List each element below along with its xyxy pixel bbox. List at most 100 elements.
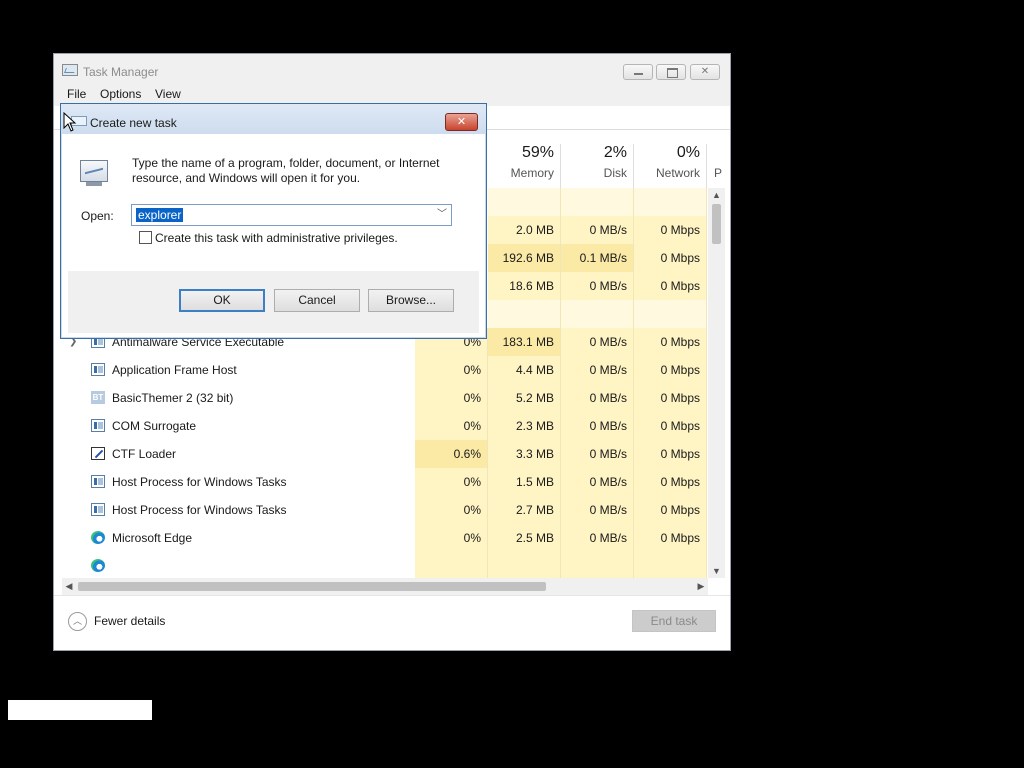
network-usage-total: 0% [676, 144, 700, 161]
menu-file[interactable]: File [67, 87, 86, 101]
scroll-right-icon[interactable]: ▶ [694, 578, 708, 595]
cpu-cell: 0% [415, 468, 488, 496]
menu-options[interactable]: Options [100, 87, 141, 101]
table-row[interactable]: Application Frame Host 0% 4.4 MB 0 MB/s … [54, 356, 708, 384]
dialog-title: Create new task [90, 116, 177, 130]
disk-cell: 0 MB/s [561, 440, 634, 468]
scroll-left-icon[interactable]: ◀ [62, 578, 76, 595]
fewer-details-link[interactable]: Fewer details [94, 614, 165, 628]
open-input[interactable]: explorer [136, 208, 184, 222]
vertical-scrollbar[interactable]: ▲ ▼ [708, 188, 725, 578]
scroll-down-icon[interactable]: ▼ [708, 564, 725, 578]
cancel-button[interactable]: Cancel [274, 289, 360, 312]
table-row[interactable]: COM Surrogate 0% 2.3 MB 0 MB/s 0 Mbps [54, 412, 708, 440]
cpu-cell: 0% [415, 524, 488, 552]
memory-cell: 5.2 MB [488, 384, 561, 412]
process-name: Host Process for Windows Tasks [112, 475, 287, 489]
disk-usage-total: 2% [603, 144, 627, 161]
power-column-label: P [714, 166, 723, 180]
window-title: Task Manager [83, 65, 159, 79]
memory-cell: 2.0 MB [488, 216, 561, 244]
minimize-button[interactable] [623, 64, 653, 80]
mouse-cursor-icon [63, 112, 77, 132]
network-cell: 0 Mbps [634, 356, 707, 384]
close-icon: ✕ [700, 66, 710, 77]
disk-cell: 0 MB/s [561, 412, 634, 440]
cpu-cell: 0.6% [415, 440, 488, 468]
edge-icon [91, 531, 105, 544]
ctf-loader-icon [91, 447, 105, 460]
process-name: COM Surrogate [112, 419, 197, 433]
process-name: Application Frame Host [112, 363, 237, 377]
open-combobox[interactable]: explorer ﹀ [131, 204, 452, 226]
process-icon [91, 475, 105, 488]
horizontal-scroll-thumb[interactable] [78, 582, 546, 591]
memory-cell: 192.6 MB [488, 244, 561, 272]
memory-cell: 18.6 MB [488, 272, 561, 300]
network-cell: 0 Mbps [634, 524, 707, 552]
task-manager-icon [62, 64, 78, 76]
column-header-memory[interactable]: 59% Memory [488, 144, 561, 188]
network-cell: 0 Mbps [634, 412, 707, 440]
table-row[interactable] [54, 552, 708, 578]
disk-cell: 0 MB/s [561, 272, 634, 300]
end-task-button[interactable]: End task [632, 610, 716, 632]
chevron-down-icon[interactable]: ﹀ [437, 208, 447, 222]
memory-cell: 183.1 MB [488, 328, 561, 356]
network-cell: 0 Mbps [634, 216, 707, 244]
dialog-button-bar: OK Cancel Browse... [68, 271, 479, 333]
process-name: BasicThemer 2 (32 bit) [112, 391, 234, 405]
chevron-up-icon[interactable]: ︿ [68, 612, 87, 631]
disk-column-label: Disk [603, 166, 627, 180]
memory-cell: 2.3 MB [488, 412, 561, 440]
edge-icon [91, 559, 105, 572]
memory-cell: 3.3 MB [488, 440, 561, 468]
disk-cell: 0 MB/s [561, 384, 634, 412]
table-row[interactable]: Microsoft Edge 0% 2.5 MB 0 MB/s 0 Mbps [54, 524, 708, 552]
ok-button[interactable]: OK [179, 289, 265, 312]
admin-privileges-checkbox[interactable] [139, 231, 152, 244]
process-name: Microsoft Edge [112, 531, 193, 545]
task-manager-titlebar[interactable]: Task Manager ✕ [54, 54, 730, 84]
dialog-description: Type the name of a program, folder, docu… [132, 156, 440, 185]
cpu-cell: 0% [415, 384, 488, 412]
disk-cell: 0 MB/s [561, 524, 634, 552]
network-column-label: Network [655, 166, 700, 180]
column-header-network[interactable]: 0% Network [634, 144, 707, 188]
dialog-close-button[interactable]: ✕ [445, 113, 478, 131]
table-row[interactable]: Host Process for Windows Tasks 0% 2.7 MB… [54, 496, 708, 524]
table-row[interactable]: BT BasicThemer 2 (32 bit) 0% 5.2 MB 0 MB… [54, 384, 708, 412]
cpu-cell: 0% [415, 356, 488, 384]
maximize-button[interactable] [656, 64, 686, 80]
dialog-titlebar[interactable]: Create new task ✕ [61, 104, 486, 134]
network-cell: 0 Mbps [634, 328, 707, 356]
memory-cell: 4.4 MB [488, 356, 561, 384]
basicthemer-icon: BT [91, 391, 105, 404]
memory-cell: 1.5 MB [488, 468, 561, 496]
task-manager-footer: ︿ Fewer details End task [54, 595, 730, 650]
disk-cell: 0.1 MB/s [561, 244, 634, 272]
process-icon [91, 503, 105, 516]
memory-cell: 2.5 MB [488, 524, 561, 552]
process-icon [91, 363, 105, 376]
menu-view[interactable]: View [155, 87, 181, 101]
disk-cell: 0 MB/s [561, 216, 634, 244]
column-header-disk[interactable]: 2% Disk [561, 144, 634, 188]
table-row[interactable]: Host Process for Windows Tasks 0% 1.5 MB… [54, 468, 708, 496]
browse-button[interactable]: Browse... [368, 289, 454, 312]
close-button[interactable]: ✕ [690, 64, 720, 80]
memory-column-label: Memory [510, 166, 554, 180]
column-header-power[interactable]: P [707, 144, 723, 188]
dialog-body: Type the name of a program, folder, docu… [68, 134, 479, 333]
white-bar [8, 700, 152, 720]
admin-privileges-label[interactable]: Create this task with administrative pri… [155, 231, 398, 245]
memory-cell: 2.7 MB [488, 496, 561, 524]
process-icon [91, 419, 105, 432]
horizontal-scrollbar[interactable]: ◀ ▶ [62, 578, 708, 595]
table-row[interactable]: CTF Loader 0.6% 3.3 MB 0 MB/s 0 Mbps [54, 440, 708, 468]
disk-cell: 0 MB/s [561, 356, 634, 384]
scroll-up-icon[interactable]: ▲ [708, 188, 725, 202]
memory-usage-total: 59% [521, 144, 554, 161]
vertical-scroll-thumb[interactable] [712, 204, 721, 244]
cpu-cell: 0% [415, 496, 488, 524]
